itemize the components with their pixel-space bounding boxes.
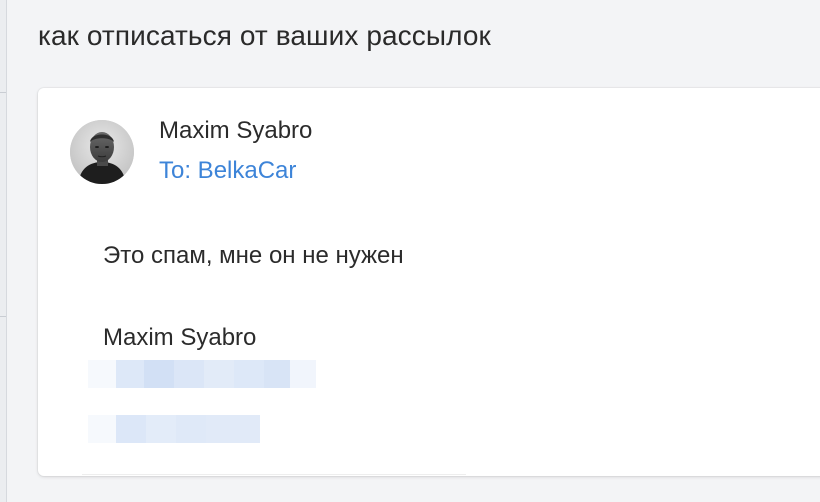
card-divider bbox=[82, 474, 466, 475]
sender-avatar[interactable] bbox=[70, 120, 134, 184]
sidebar-edge bbox=[0, 0, 7, 502]
sidebar-divider bbox=[0, 92, 6, 93]
email-message-card: Maxim Syabro To: BelkaCar Это спам, мне … bbox=[38, 88, 820, 476]
message-body: Это спам, мне он не нужен bbox=[103, 242, 404, 269]
redacted-contact-line bbox=[88, 415, 260, 443]
redacted-contact-line bbox=[88, 360, 316, 388]
sender-name[interactable]: Maxim Syabro bbox=[159, 117, 312, 145]
signature-name: Maxim Syabro bbox=[103, 324, 257, 351]
sidebar-divider bbox=[0, 316, 6, 317]
person-photo-icon bbox=[70, 120, 134, 184]
recipient-link[interactable]: To: BelkaCar bbox=[159, 157, 296, 185]
email-subject: как отписаться от ваших рассылок bbox=[38, 20, 491, 51]
